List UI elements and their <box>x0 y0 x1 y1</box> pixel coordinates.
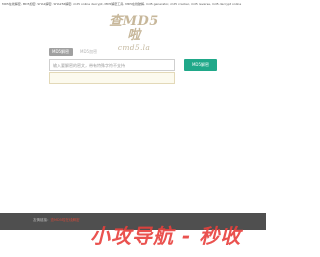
footer-link[interactable]: 查MD5啦在线解密 <box>51 218 80 222</box>
footer-links: 友情链接：查MD5啦在线解密 <box>33 218 79 223</box>
watermark-overlay: 小攻导航 - 秒收 <box>90 224 242 248</box>
mode-tabs: MD5解密 MD5加密 <box>49 48 99 56</box>
logo-domain: cmd5.la <box>117 43 151 52</box>
footer-prefix: 友情链接： <box>33 218 51 222</box>
tab-md5-encrypt[interactable]: MD5加密 <box>77 48 99 56</box>
logo-title: 查MD5啦 <box>109 14 159 43</box>
hash-input[interactable] <box>49 59 175 71</box>
result-box <box>49 72 175 84</box>
site-description-banner: MD5在线解密, MD5加密, SHA1解密, SHA256解密, md5 on… <box>2 2 242 6</box>
page: MD5在线解密, MD5加密, SHA1解密, SHA256解密, md5 on… <box>0 0 266 257</box>
tab-md5-decrypt[interactable]: MD5解密 <box>49 48 73 56</box>
site-logo[interactable]: 查MD5啦 cmd5.la <box>103 14 165 53</box>
decrypt-button[interactable]: MD5解密 <box>184 59 217 71</box>
